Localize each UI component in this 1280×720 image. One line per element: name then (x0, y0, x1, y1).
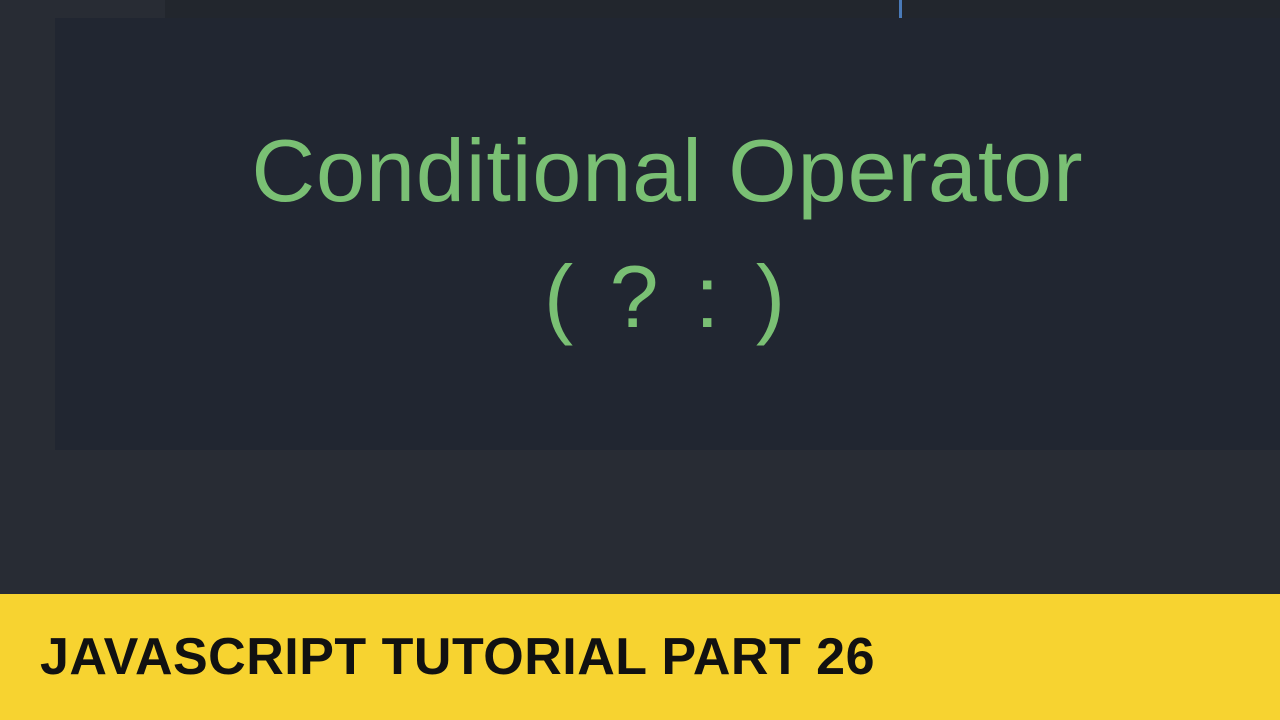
title-banner: JAVASCRIPT TUTORIAL PART 26 (0, 594, 1280, 720)
banner-text: JAVASCRIPT TUTORIAL PART 26 (40, 627, 875, 687)
heading-line-2: ( ? : ) (544, 246, 791, 348)
top-bar (165, 0, 1280, 18)
main-panel: Conditional Operator ( ? : ) (55, 18, 1280, 450)
heading-line-1: Conditional Operator (251, 120, 1083, 222)
left-gutter (0, 18, 55, 450)
top-accent-marker (899, 0, 902, 18)
